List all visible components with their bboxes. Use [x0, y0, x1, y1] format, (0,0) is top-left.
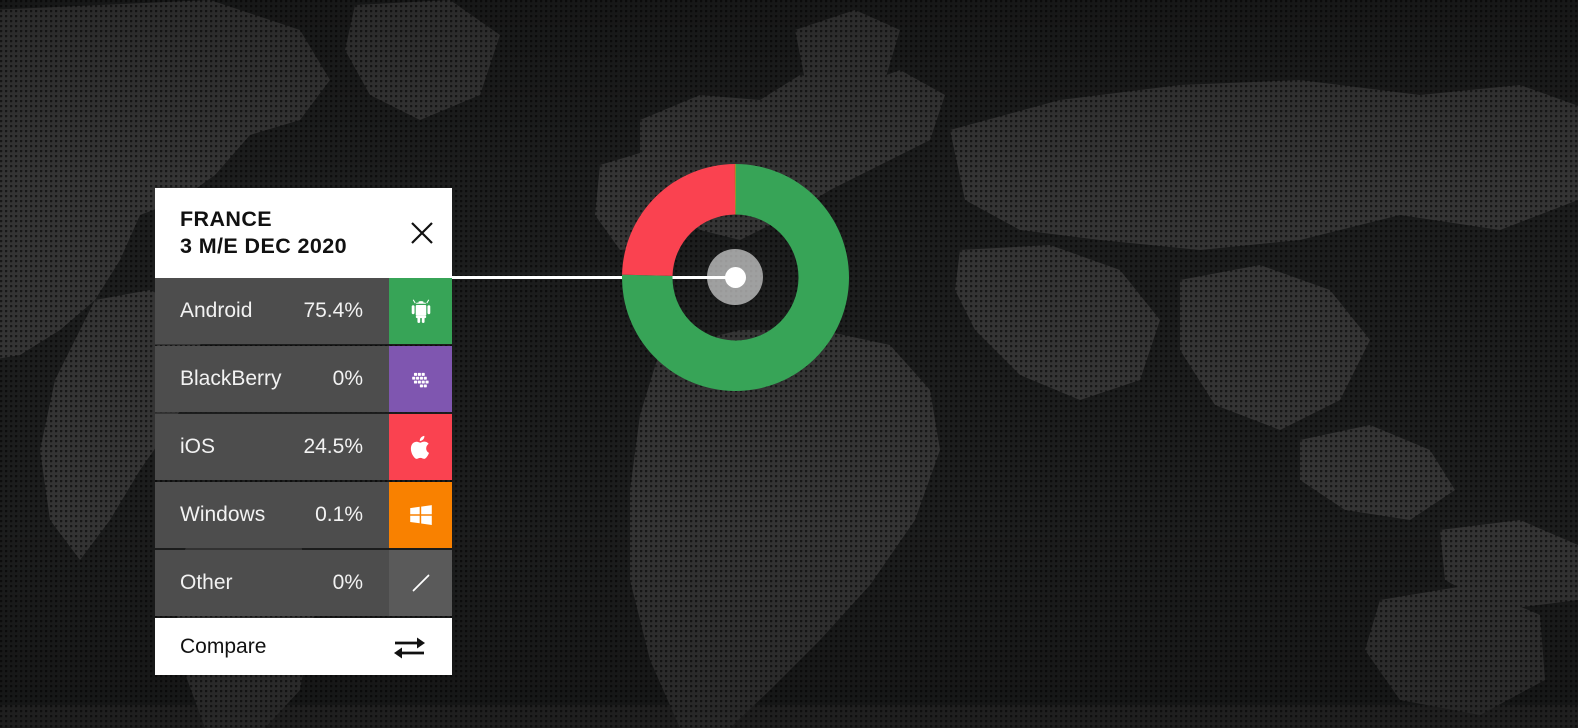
os-icon-tile[interactable]	[389, 346, 452, 412]
os-share-row[interactable]: Android 75.4%	[155, 278, 452, 344]
country-info-panel[interactable]: FRANCE 3 M/E DEC 2020 Android 75.4% BlackB…	[155, 188, 452, 675]
blackberry-icon	[411, 372, 429, 388]
os-row-main[interactable]: BlackBerry 0%	[155, 346, 389, 412]
os-row-main[interactable]: iOS 24.5%	[155, 414, 389, 480]
os-row-main[interactable]: Windows 0.1%	[155, 482, 389, 548]
os-row-main[interactable]: Android 75.4%	[155, 278, 389, 344]
os-icon-tile[interactable]	[389, 278, 452, 344]
os-name-label: BlackBerry	[180, 367, 282, 390]
os-share-value: 0%	[332, 571, 363, 594]
os-share-list: Android 75.4% BlackBerry 0% iOS 24.5% Windows 0…	[155, 278, 452, 616]
os-icon-tile[interactable]	[389, 550, 452, 616]
close-button[interactable]	[392, 188, 452, 278]
os-share-row[interactable]: Other 0%	[155, 550, 452, 616]
os-row-main[interactable]: Other 0%	[155, 550, 389, 616]
windows-icon	[409, 505, 432, 525]
donut-svg	[622, 164, 849, 391]
panel-title-country: FRANCE	[180, 207, 272, 232]
os-name-label: iOS	[180, 435, 216, 458]
os-share-value: 75.4%	[303, 299, 363, 322]
os-share-row[interactable]: iOS 24.5%	[155, 414, 452, 480]
os-name-label: Windows	[180, 503, 266, 526]
os-share-row[interactable]: BlackBerry 0%	[155, 346, 452, 412]
os-share-row[interactable]: Windows 0.1%	[155, 482, 452, 548]
close-icon	[411, 222, 433, 244]
os-name-label: Other	[180, 571, 233, 594]
panel-title-block: FRANCE 3 M/E DEC 2020	[180, 206, 347, 259]
compare-button[interactable]: Compare	[155, 618, 452, 675]
os-share-donut-chart[interactable]	[622, 164, 849, 391]
os-icon-tile[interactable]	[389, 482, 452, 548]
os-share-value: 0%	[332, 367, 363, 390]
os-share-value: 24.5%	[303, 435, 363, 458]
donut-slice-ios[interactable]	[622, 164, 736, 276]
slash-icon	[412, 574, 429, 592]
os-name-label: Android	[180, 299, 253, 322]
os-share-value: 0.1%	[315, 503, 363, 526]
apple-icon	[410, 435, 429, 459]
panel-title-period: 3 M/E DEC 2020	[180, 234, 347, 258]
swap-arrows-icon	[394, 637, 425, 658]
os-icon-tile[interactable]	[389, 414, 452, 480]
panel-header: FRANCE 3 M/E DEC 2020	[155, 188, 452, 278]
android-icon	[411, 299, 430, 323]
compare-label: Compare	[180, 634, 267, 658]
